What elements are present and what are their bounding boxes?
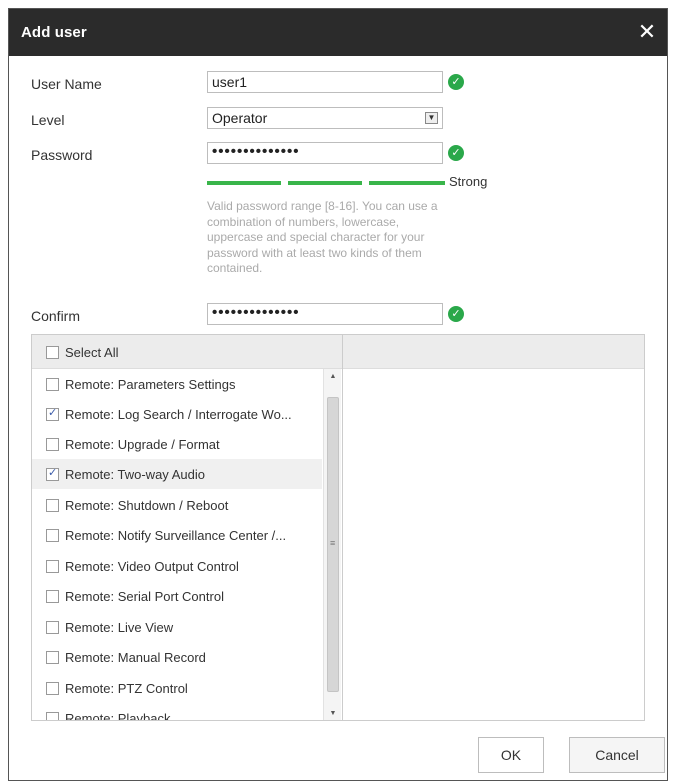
close-icon[interactable]: ✕ bbox=[633, 18, 661, 46]
dialog-titlebar: Add user ✕ bbox=[9, 9, 667, 56]
confirm-valid-icon: ✓ bbox=[448, 306, 464, 322]
username-label: User Name bbox=[31, 76, 102, 92]
permission-scrollbar[interactable]: ▲ ≡ ▼ bbox=[323, 369, 342, 720]
permission-label: Remote: Two-way Audio bbox=[65, 466, 205, 482]
strength-bar-1 bbox=[207, 181, 281, 185]
permission-checkbox[interactable] bbox=[46, 466, 59, 481]
password-input[interactable]: •••••••••••••• bbox=[207, 142, 443, 164]
ok-button[interactable]: OK bbox=[478, 737, 544, 773]
permission-item[interactable]: Remote: Two-way Audio bbox=[32, 459, 322, 489]
permission-item[interactable]: Remote: Video Output Control bbox=[32, 551, 322, 581]
permission-item[interactable]: Remote: Parameters Settings bbox=[32, 369, 322, 399]
permission-item[interactable]: Remote: Upgrade / Format bbox=[32, 429, 322, 459]
select-all-checkbox[interactable]: Select All bbox=[46, 345, 118, 360]
permission-item[interactable]: Remote: Serial Port Control bbox=[32, 581, 322, 611]
select-all-label: Select All bbox=[65, 345, 119, 360]
permission-checkbox[interactable] bbox=[46, 711, 59, 720]
strength-bar-2 bbox=[288, 181, 362, 185]
permission-checkbox[interactable] bbox=[46, 437, 59, 451]
permission-checkbox[interactable] bbox=[46, 528, 59, 542]
permission-list: Remote: Parameters Settings Remote: Log … bbox=[32, 369, 322, 721]
chevron-down-icon[interactable]: ▼ bbox=[425, 112, 438, 124]
permission-label: Remote: Video Output Control bbox=[65, 558, 239, 574]
permission-label: Remote: Playback bbox=[65, 710, 171, 721]
permission-label: Remote: Notify Surveillance Center /... bbox=[65, 527, 287, 543]
username-valid-icon: ✓ bbox=[448, 74, 464, 90]
permission-checkbox[interactable] bbox=[46, 620, 59, 634]
strength-bar-3 bbox=[369, 181, 445, 185]
permission-checkbox[interactable] bbox=[46, 559, 59, 573]
permission-checkbox[interactable] bbox=[46, 650, 59, 664]
permission-item[interactable]: Remote: Notify Surveillance Center /... bbox=[32, 520, 322, 550]
confirm-label: Confirm bbox=[31, 308, 81, 324]
permission-item[interactable]: Remote: Manual Record bbox=[32, 642, 322, 672]
permission-label: Remote: Live View bbox=[65, 619, 174, 635]
permission-item[interactable]: Remote: Shutdown / Reboot bbox=[32, 490, 322, 520]
permission-label: Remote: Shutdown / Reboot bbox=[65, 497, 229, 513]
permission-label: Remote: Upgrade / Format bbox=[65, 436, 220, 452]
scroll-thumb[interactable]: ≡ bbox=[327, 397, 339, 692]
password-hint: Valid password range [8-16]. You can use… bbox=[207, 199, 438, 275]
level-label: Level bbox=[31, 112, 65, 128]
scroll-grip-icon: ≡ bbox=[330, 538, 336, 548]
permission-item[interactable]: Remote: Log Search / Interrogate Wo... bbox=[32, 399, 322, 429]
permission-item[interactable]: Remote: PTZ Control bbox=[32, 673, 322, 703]
username-input[interactable]: user1 bbox=[207, 71, 443, 93]
strength-label: Strong bbox=[449, 174, 488, 189]
level-select[interactable]: Operator ▼ bbox=[207, 107, 443, 129]
panel-divider bbox=[342, 335, 343, 720]
permission-panel: Select All Remote: Parameters Settings R… bbox=[31, 334, 645, 721]
permission-label: Remote: Manual Record bbox=[65, 649, 206, 665]
scroll-up-arrow-icon[interactable]: ▲ bbox=[324, 369, 342, 385]
select-all-box[interactable] bbox=[46, 346, 59, 359]
permission-label: Remote: Serial Port Control bbox=[65, 588, 224, 604]
password-label: Password bbox=[31, 147, 93, 163]
permission-label: Remote: Log Search / Interrogate Wo... bbox=[65, 406, 292, 422]
level-select-value: Operator bbox=[212, 110, 268, 126]
dialog-title: Add user bbox=[21, 24, 87, 41]
scroll-down-arrow-icon[interactable]: ▼ bbox=[324, 706, 342, 720]
permission-label: Remote: Parameters Settings bbox=[65, 376, 236, 392]
permission-label: Remote: PTZ Control bbox=[65, 680, 188, 696]
permission-checkbox[interactable] bbox=[46, 498, 59, 512]
permission-header: Select All bbox=[32, 335, 644, 369]
cancel-button[interactable]: Cancel bbox=[569, 737, 665, 773]
permission-checkbox[interactable] bbox=[46, 377, 59, 391]
permission-item[interactable]: Remote: Playback bbox=[32, 703, 322, 721]
permission-checkbox[interactable] bbox=[46, 681, 59, 695]
permission-item[interactable]: Remote: Live View bbox=[32, 612, 322, 642]
add-user-dialog: Add user ✕ User Name user1 ✓ Level Opera… bbox=[8, 8, 668, 781]
permission-checkbox[interactable] bbox=[46, 406, 59, 421]
password-valid-icon: ✓ bbox=[448, 145, 464, 161]
confirm-password-input[interactable]: •••••••••••••• bbox=[207, 303, 443, 325]
permission-checkbox[interactable] bbox=[46, 589, 59, 603]
